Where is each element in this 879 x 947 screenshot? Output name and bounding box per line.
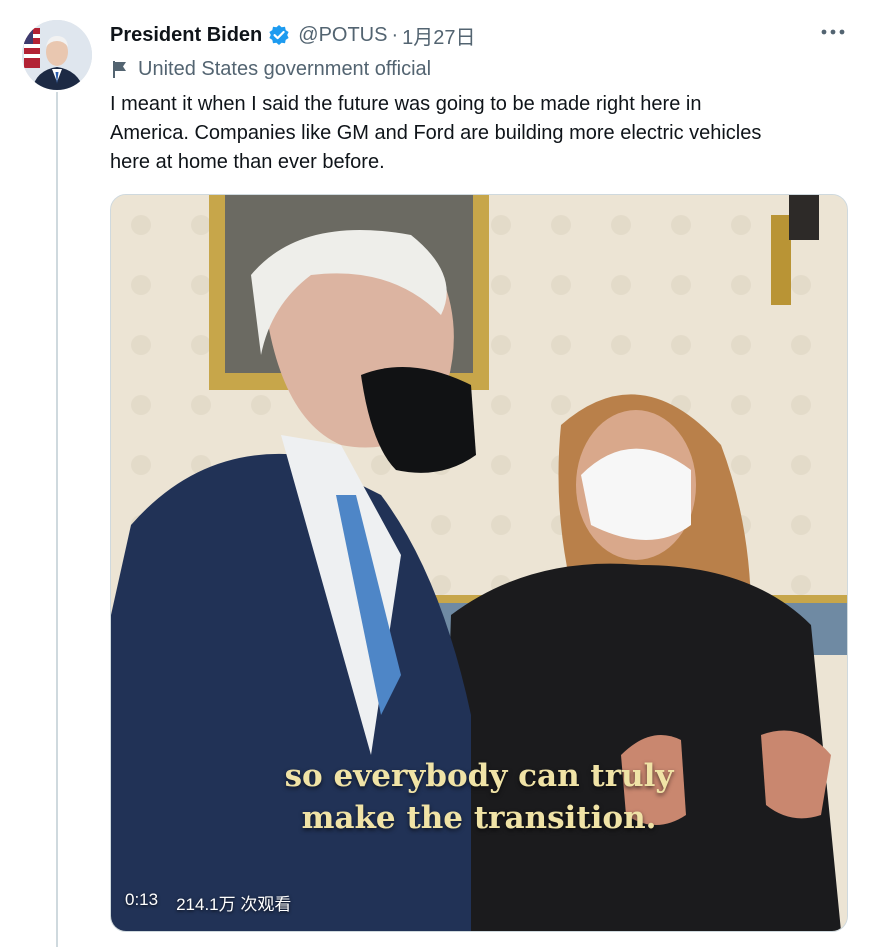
verified-badge-icon xyxy=(268,24,290,46)
handle[interactable]: @POTUS xyxy=(298,24,387,47)
video-caption: so everybody can truly make the transiti… xyxy=(111,755,847,839)
video-time: 0:13 xyxy=(125,890,159,909)
video-meta: 0:13 214.1万 次观看 xyxy=(125,890,291,915)
avatar[interactable] xyxy=(22,20,92,90)
caption-line-1: so everybody can truly xyxy=(284,758,674,794)
video-views: 214.1万 次观看 xyxy=(176,895,292,914)
tweet-header: President Biden @POTUS · 1月27日 xyxy=(110,18,476,52)
tweet-text: I meant it when I said the future was go… xyxy=(110,93,762,173)
caption-line-2: make the transition. xyxy=(301,800,657,836)
thread-line xyxy=(56,92,58,947)
government-label-text: United States government official xyxy=(138,57,432,80)
tweet-page: President Biden @POTUS · 1月27日 United St… xyxy=(0,0,879,947)
government-label[interactable]: United States government official xyxy=(110,56,431,82)
more-icon[interactable] xyxy=(819,18,847,46)
flag-icon xyxy=(110,59,130,79)
separator-dot: · xyxy=(391,23,399,46)
video-player[interactable]: so everybody can truly make the transiti… xyxy=(110,194,848,932)
tweet-date[interactable]: 1月27日 xyxy=(402,21,475,50)
display-name[interactable]: President Biden xyxy=(110,24,262,47)
